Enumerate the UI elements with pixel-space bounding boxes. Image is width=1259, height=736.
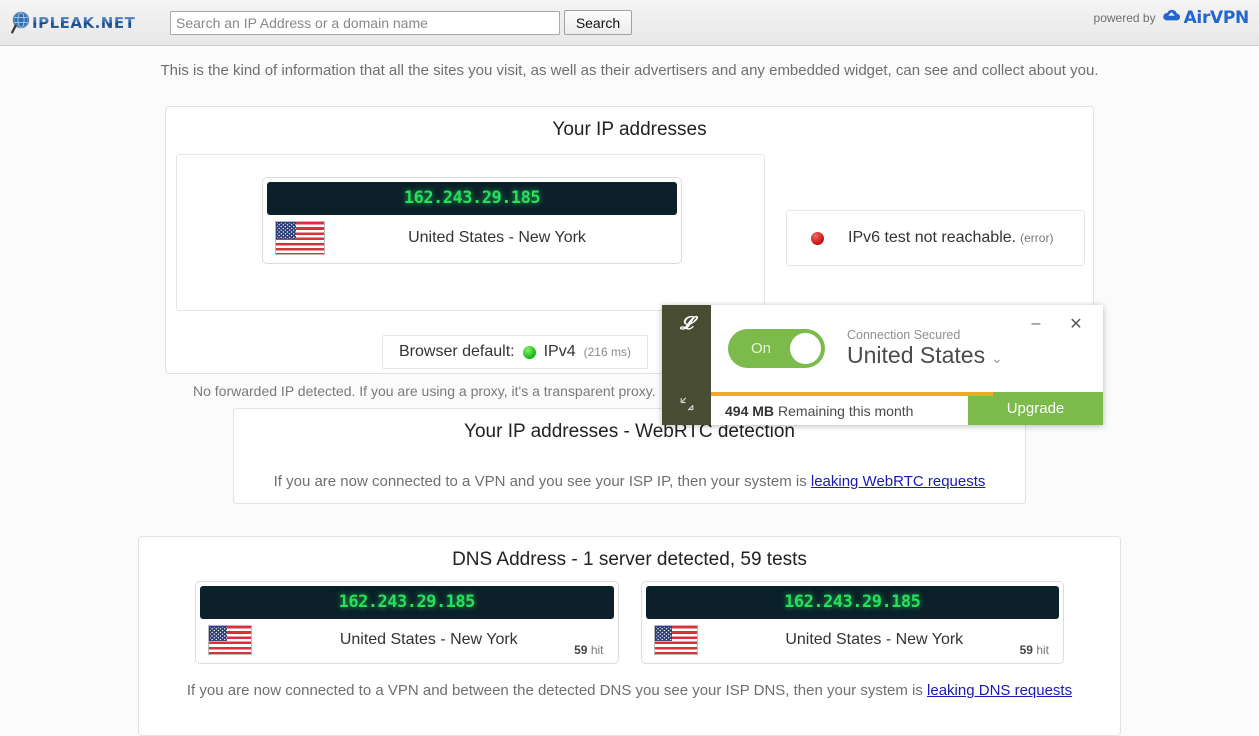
- dns-location-row: United States - New York 59 hit: [200, 619, 614, 659]
- data-remaining-label: Remaining this month: [778, 402, 914, 419]
- dns-hits-label: hit: [590, 643, 604, 657]
- search-input[interactable]: [170, 10, 560, 35]
- tunnelbear-body: On Connection Secured United States ⌄ – …: [711, 305, 1103, 425]
- ipv6-status-box: IPv6 test not reachable. (error): [786, 210, 1085, 266]
- airvpn-cloud-icon: [1162, 8, 1181, 28]
- search-area: Search: [170, 10, 632, 35]
- close-icon[interactable]: ✕: [1065, 313, 1087, 335]
- data-usage-progress-bar: [711, 392, 994, 396]
- forwarded-ip-note: No forwarded IP detected. If you are usi…: [193, 383, 656, 399]
- dns-hits-count: 59: [1019, 643, 1033, 657]
- site-logo[interactable]: IPLEAK.NET: [10, 10, 160, 36]
- dns-panel: DNS Address - 1 server detected, 59 test…: [138, 536, 1121, 736]
- dns-leak-link[interactable]: leaking DNS requests: [927, 682, 1072, 699]
- powered-by-label: powered by: [1093, 11, 1156, 25]
- vpn-country-label: United States: [847, 342, 986, 369]
- upgrade-button[interactable]: Upgrade: [968, 392, 1103, 425]
- red-dot-icon: [811, 231, 824, 245]
- webrtc-note-prefix: If you are now connected to a VPN and yo…: [273, 473, 811, 490]
- webrtc-leak-link[interactable]: leaking WebRTC requests: [811, 473, 986, 490]
- browser-default-box: Browser default: IPv4 (216 ms): [382, 335, 648, 369]
- dns-hits-count: 59: [574, 643, 588, 657]
- dns-note: If you are now connected to a VPN and be…: [139, 664, 1120, 699]
- ipv4-address: 162.243.29.185: [267, 182, 677, 215]
- browser-default-value: IPv4: [543, 343, 576, 360]
- dns-panel-title: DNS Address - 1 server detected, 59 test…: [452, 549, 807, 570]
- tunnelbear-top-row: On Connection Secured United States ⌄ – …: [711, 305, 1103, 392]
- chevron-down-icon: ⌄: [991, 350, 1003, 367]
- dns-location-row: United States - New York 59 hit: [646, 619, 1060, 659]
- tunnelbear-t-icon[interactable]: 𝓛: [680, 315, 693, 333]
- ipv6-status-sub: (error): [1020, 231, 1054, 245]
- dns-note-prefix: If you are now connected to a VPN and be…: [186, 682, 928, 699]
- vpn-toggle-label: On: [751, 340, 772, 357]
- vpn-power-toggle[interactable]: On: [728, 329, 825, 368]
- dns-hits: 59 hit: [574, 643, 603, 657]
- data-remaining-amount: 494 MB: [725, 402, 775, 419]
- resize-diagonal-icon[interactable]: [678, 395, 696, 413]
- site-header: IPLEAK.NET Search powered by AirVPN: [0, 0, 1259, 46]
- tunnelbear-sidebar: 𝓛: [662, 305, 711, 425]
- data-remaining-text: 494 MB Remaining this month: [711, 392, 968, 425]
- vpn-connection-status: Connection Secured: [847, 328, 961, 343]
- ipv4-result-box: 162.243.29.185 United States - New York: [176, 154, 765, 311]
- ip-panel-title: Your IP addresses: [552, 119, 707, 140]
- webrtc-note: If you are now connected to a VPN and yo…: [234, 453, 1025, 490]
- us-flag-icon: [208, 625, 252, 655]
- airvpn-brand[interactable]: AirVPN: [1162, 8, 1249, 28]
- dns-address: 162.243.29.185: [645, 586, 1059, 619]
- dns-location: United States - New York: [785, 631, 964, 648]
- tunnelbear-widget: 𝓛 On Connection Secured United States ⌄ …: [662, 305, 1103, 425]
- browser-default-latency: (216 ms): [583, 345, 631, 359]
- us-flag-icon: [275, 221, 325, 255]
- browser-default-label: Browser default:: [399, 343, 515, 360]
- dns-location: United States - New York: [339, 631, 518, 648]
- green-dot-icon: [522, 345, 536, 359]
- ipv6-status-text: IPv6 test not reachable.: [848, 229, 1017, 246]
- dns-card[interactable]: 162.243.29.185 United States - New York …: [195, 581, 619, 664]
- vpn-status-block: Connection Secured United States ⌄: [847, 328, 1003, 369]
- magnifier-globe-icon: [10, 10, 36, 36]
- ipv4-location: United States - New York: [408, 229, 586, 246]
- tunnelbear-bottom-row: 494 MB Remaining this month Upgrade: [711, 392, 1103, 425]
- vpn-toggle-knob: [790, 333, 821, 364]
- powered-by-airvpn: powered by AirVPN: [1093, 8, 1250, 28]
- minimize-icon[interactable]: –: [1025, 313, 1047, 335]
- ipv4-card[interactable]: 162.243.29.185 United States - New York: [262, 177, 682, 264]
- search-button[interactable]: Search: [564, 10, 632, 35]
- dns-address: 162.243.29.185: [200, 586, 614, 619]
- airvpn-name: AirVPN: [1183, 8, 1250, 28]
- site-logo-text: IPLEAK.NET: [32, 13, 136, 32]
- vpn-country-selector[interactable]: United States ⌄: [847, 342, 1003, 368]
- dns-card[interactable]: 162.243.29.185 United States - New York …: [640, 581, 1064, 664]
- dns-card-list: 162.243.29.185 United States - New York …: [139, 581, 1120, 664]
- intro-text: This is the kind of information that all…: [160, 62, 1099, 79]
- ipv4-location-row: United States - New York: [267, 215, 677, 259]
- dns-hits-label: hit: [1036, 643, 1049, 657]
- us-flag-icon: [653, 625, 698, 655]
- dns-hits: 59 hit: [1020, 643, 1049, 657]
